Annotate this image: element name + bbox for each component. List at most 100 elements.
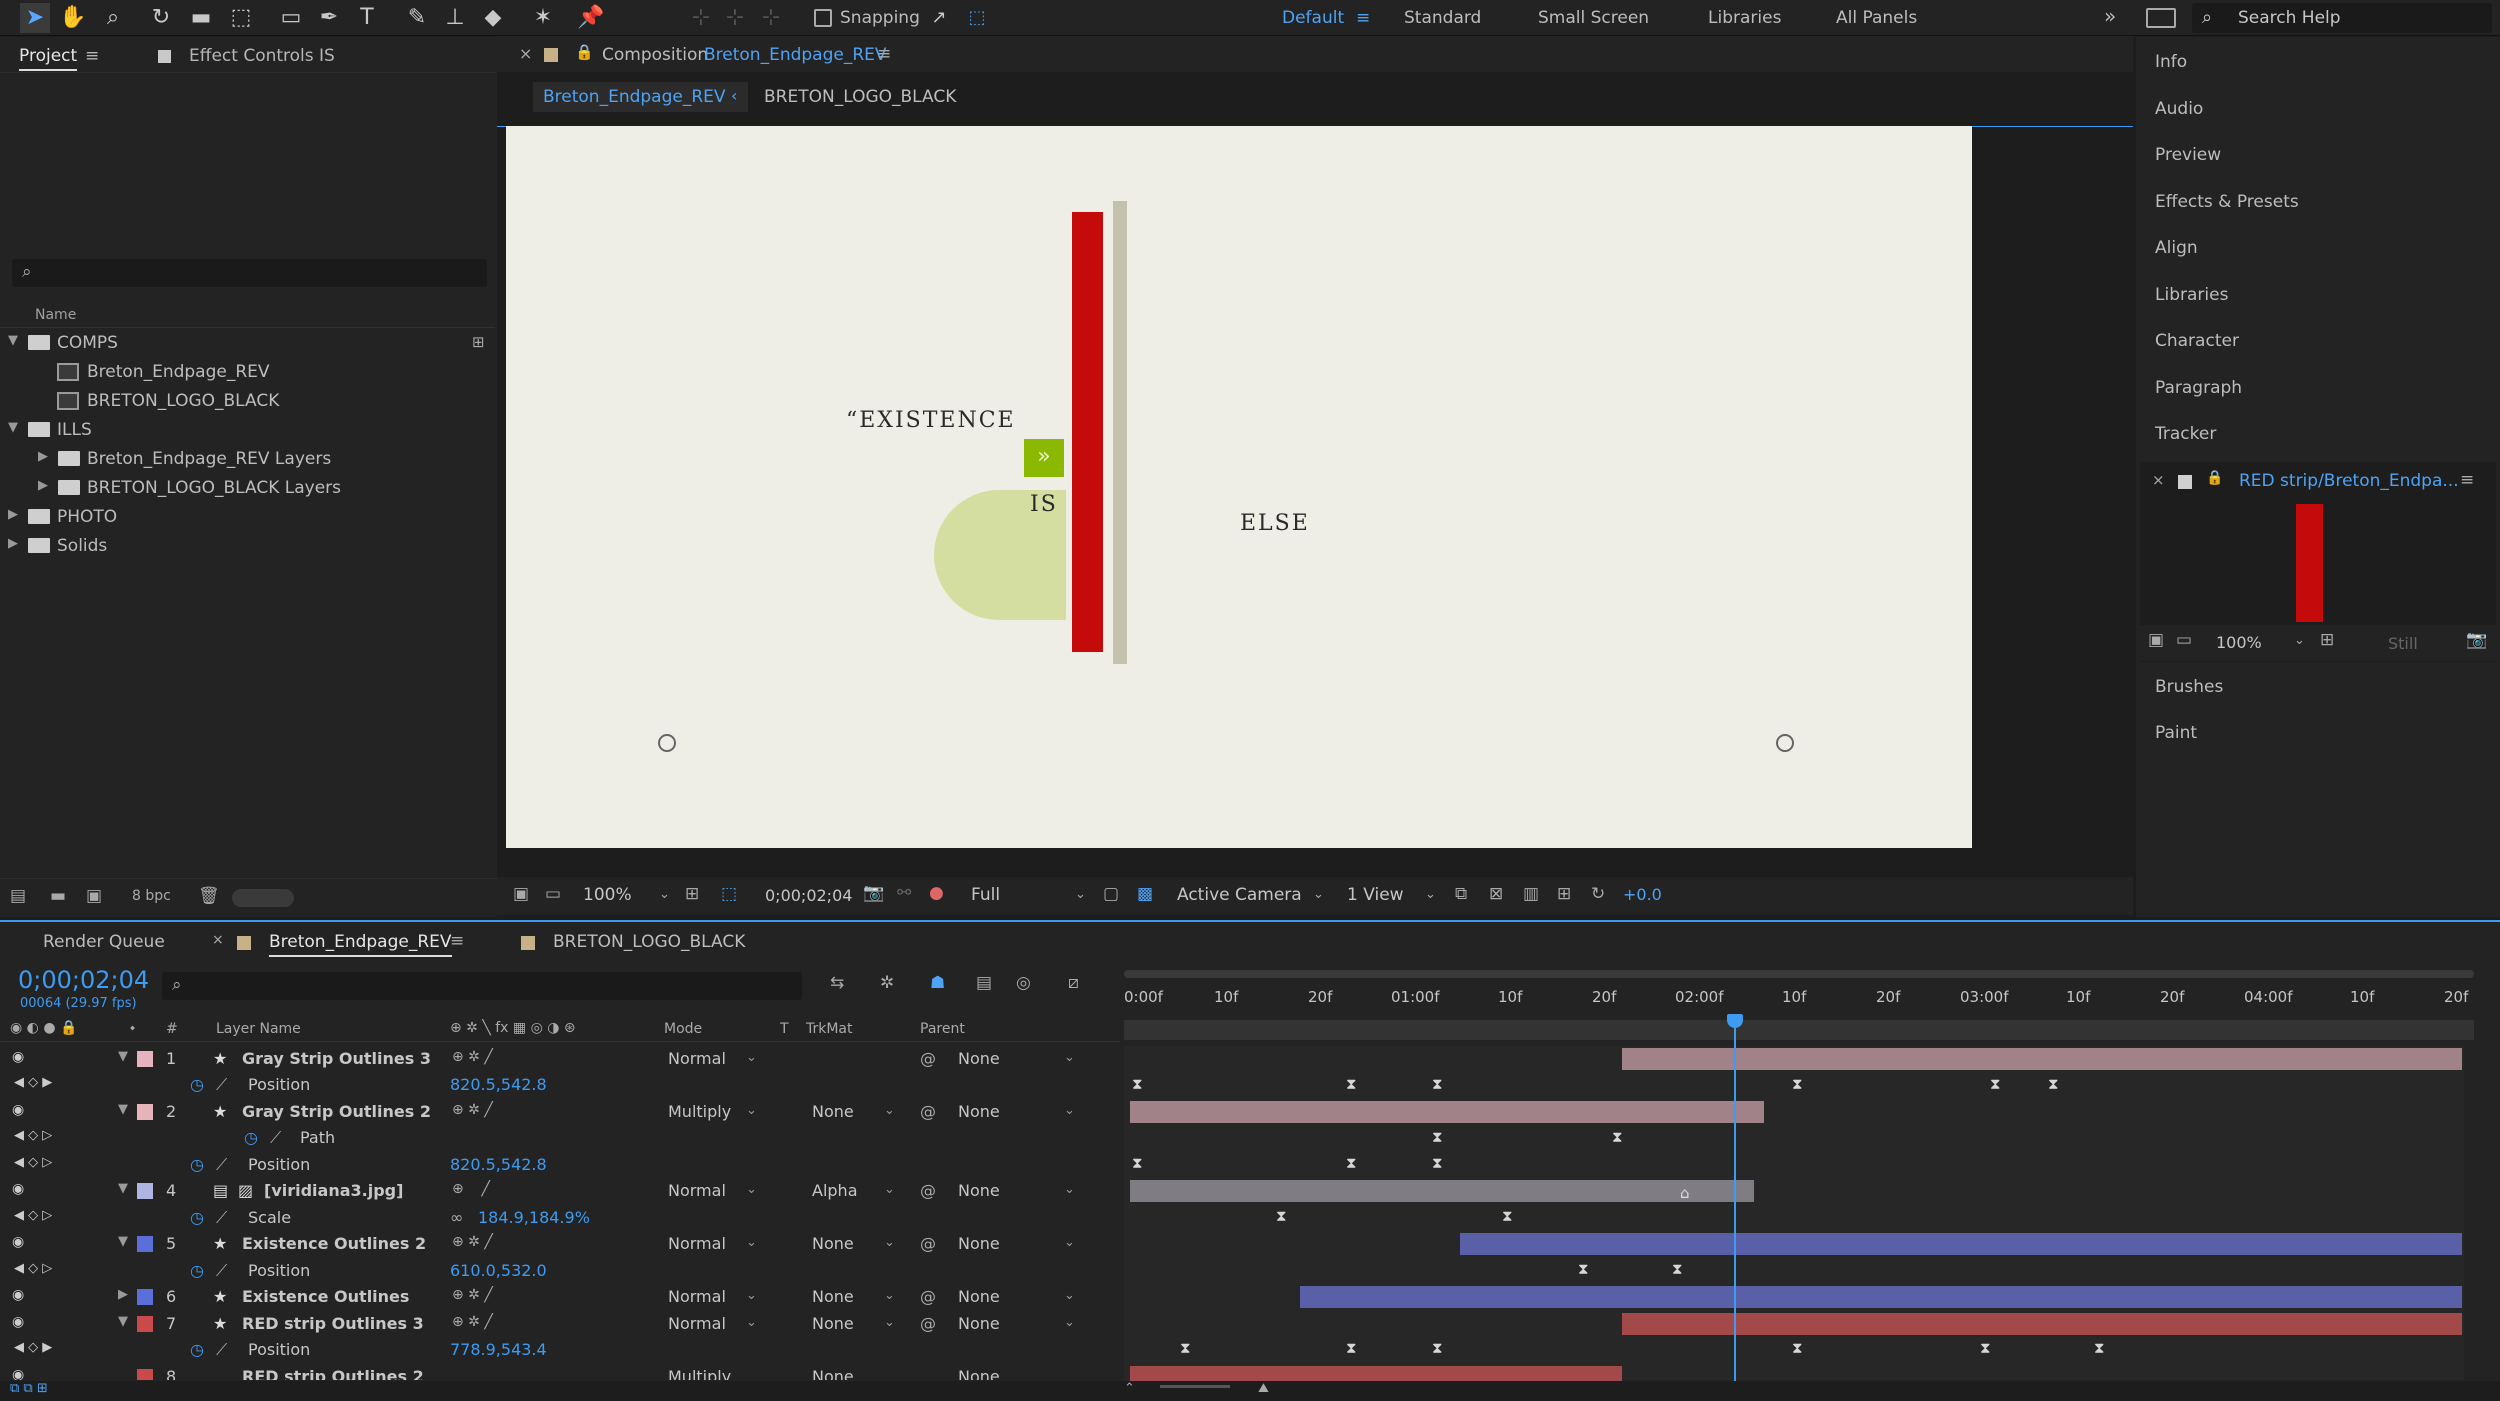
roto-brush-tool-icon[interactable]: ✶ [528, 3, 558, 33]
stopwatch-icon[interactable]: ◷ [190, 1340, 204, 1359]
snapshot-camera-icon[interactable]: 📷 [2466, 630, 2487, 650]
reset-exposure-icon[interactable]: ↻ [1591, 884, 1605, 904]
layer-switches[interactable]: ⊕ ✲ ╱ [452, 1314, 493, 1330]
current-time-display[interactable]: 0;00;02;04 [765, 886, 852, 905]
pickwhip-icon[interactable]: @ [920, 1049, 936, 1068]
label-color-swatch[interactable] [137, 1236, 153, 1252]
layer-switches[interactable]: ⊕ ✲ ╱ [452, 1287, 493, 1303]
project-menu-icon[interactable]: ≡ [85, 46, 99, 66]
tab-effect-controls[interactable]: Effect Controls IS [189, 46, 335, 66]
stopwatch-icon[interactable]: ◷ [190, 1075, 204, 1094]
hide-shy-layers-icon[interactable]: ☗ [930, 973, 945, 993]
workspace-all-panels[interactable]: All Panels [1836, 8, 1917, 28]
resolution-grid-icon[interactable]: ⊞ [685, 884, 699, 904]
layer-name[interactable]: Gray Strip Outlines 2 [242, 1102, 431, 1121]
selection-tool-icon[interactable]: ➤ [20, 3, 50, 33]
interpret-footage-icon[interactable]: ▤ [10, 886, 26, 906]
time-navigator[interactable] [1124, 1020, 2474, 1040]
chevron-down-icon[interactable]: ⌄ [1425, 887, 1436, 902]
layer-name[interactable]: Existence Outlines 2 [242, 1234, 426, 1253]
workspace-standard[interactable]: Standard [1404, 8, 1481, 28]
panel-audio[interactable]: Audio [2155, 99, 2203, 119]
parent-dropdown[interactable]: None [958, 1287, 1000, 1306]
pickwhip-icon[interactable]: @ [920, 1181, 936, 1200]
panel-preview[interactable]: Preview [2155, 145, 2221, 165]
mode-dropdown[interactable]: Multiply [668, 1367, 731, 1380]
project-item-folder[interactable]: ▶ Breton_Endpage_REV Layers [0, 445, 495, 474]
frame-blending-icon[interactable]: ▤ [976, 973, 992, 993]
property-value[interactable]: 820.5,542.8 [450, 1075, 547, 1094]
close-icon[interactable]: × [519, 44, 532, 63]
always-preview-icon[interactable]: ▣ [513, 884, 529, 904]
search-help-placeholder[interactable]: Search Help [2238, 8, 2341, 28]
pickwhip-icon[interactable]: @ [920, 1314, 936, 1333]
graph-editor-icon[interactable]: ⧄ [1068, 973, 1079, 993]
resolution-dropdown[interactable]: Full [971, 885, 1000, 905]
motion-blur-icon[interactable]: ◎ [1016, 973, 1031, 993]
layer-row[interactable]: ◉ ▼ 2 ★ Gray Strip Outlines 2 ⊕ ✲ ╱ Mult… [0, 1099, 1120, 1125]
mode-dropdown[interactable]: Normal [668, 1234, 726, 1253]
new-composition-icon[interactable]: ▣ [86, 886, 102, 906]
layer-duration-bar[interactable] [1622, 1313, 2462, 1335]
composition-name[interactable]: Breton_Endpage_REV [704, 45, 887, 65]
red-strip-shape[interactable] [1072, 212, 1103, 652]
resolution-grid-icon[interactable]: ⊞ [2320, 630, 2334, 650]
label-color-swatch[interactable] [137, 1289, 153, 1305]
graph-icon[interactable]: ⟋ [216, 1208, 227, 1228]
layer-duration-bar[interactable] [1130, 1101, 1764, 1123]
tab-project[interactable]: Project [19, 46, 78, 71]
visibility-eye-icon[interactable]: ◉ [12, 1181, 24, 1197]
property-value[interactable]: 778.9,543.4 [450, 1340, 547, 1359]
column-layer-name[interactable]: Layer Name [216, 1021, 301, 1037]
panel-paragraph[interactable]: Paragraph [2155, 378, 2242, 398]
workspace-libraries[interactable]: Libraries [1708, 8, 1781, 28]
keyframe-icon[interactable]: ⧗ [1132, 1075, 1143, 1093]
graph-icon[interactable]: ⟋ [216, 1075, 227, 1095]
chevron-down-icon[interactable]: ⌄ [1064, 1235, 1075, 1250]
expand-arrow-icon[interactable]: ▼ [118, 1102, 128, 1117]
expand-arrow-icon[interactable]: ▼ [8, 420, 18, 435]
chevron-down-icon[interactable]: ⌄ [1313, 887, 1324, 902]
close-icon[interactable]: × [212, 932, 224, 948]
layer-switches[interactable]: ⊕ ╱ [452, 1181, 490, 1197]
rotation-tool-icon[interactable]: ↻ [146, 3, 176, 33]
breadcrumb-active[interactable]: Breton_Endpage_REV [543, 87, 726, 107]
collapse-arrow-icon[interactable]: ▶ [38, 449, 48, 464]
parent-dropdown[interactable]: None [958, 1367, 1000, 1380]
chevron-down-icon[interactable]: ⌄ [746, 1182, 757, 1197]
graph-icon[interactable]: ⟋ [216, 1340, 227, 1360]
lock-icon[interactable]: 🔒 [2206, 470, 2223, 486]
layer-row[interactable]: ◉ ▼ 7 ★ RED strip Outlines 3 ⊕ ✲ ╱ Norma… [0, 1311, 1120, 1337]
keyframe-icon[interactable]: ⧗ [1578, 1260, 1589, 1278]
keyframe-nav-icons[interactable]: ◀ ◇ ▷ [14, 1261, 52, 1276]
chevron-down-icon[interactable]: ⌄ [1064, 1288, 1075, 1303]
keyframe-icon[interactable]: ⧗ [1612, 1128, 1623, 1146]
column-name[interactable]: Name [35, 307, 76, 323]
expand-arrow-icon[interactable]: ▼ [118, 1314, 128, 1329]
keyframe-icon[interactable]: ⧗ [1180, 1339, 1191, 1357]
stopwatch-icon[interactable]: ◷ [190, 1208, 204, 1227]
trash-icon[interactable]: 🗑 [198, 886, 220, 906]
composition-mini-flowchart-icon[interactable]: ⇆ [830, 973, 844, 993]
layer-duration-bar[interactable] [1130, 1180, 1754, 1202]
pickwhip-icon[interactable]: @ [920, 1102, 936, 1121]
layer-row[interactable]: ◉ ▼ 5 ★ Existence Outlines 2 ⊕ ✲ ╱ Norma… [0, 1231, 1120, 1257]
column-parent[interactable]: Parent [920, 1021, 965, 1037]
else-text[interactable]: ELSE [1240, 511, 1310, 536]
project-item-ills[interactable]: ▼ ILLS [0, 416, 495, 445]
existence-text[interactable]: “EXISTENCE [846, 408, 1016, 433]
graph-icon[interactable]: ⟋ [270, 1128, 281, 1148]
project-item-comp[interactable]: Breton_Endpage_REV [0, 358, 495, 387]
layer-row[interactable]: ◉ ▶ 6 ★ Existence Outlines ⊕ ✲ ╱ Normal … [0, 1284, 1120, 1310]
trkmat-dropdown[interactable]: None [812, 1287, 854, 1306]
region-of-interest-icon[interactable]: ▢ [1103, 884, 1119, 904]
expand-arrow-icon[interactable]: ▼ [118, 1049, 128, 1064]
chevron-down-icon[interactable]: ⌄ [884, 1315, 895, 1330]
pickwhip-icon[interactable]: @ [920, 1234, 936, 1253]
zoom-out-icon[interactable]: ⌃ [1124, 1381, 1135, 1396]
property-row[interactable]: ◀ ◇ ▶ ◷ ⟋ Position 778.9,543.4 [0, 1337, 1120, 1363]
mask-visibility-icon[interactable]: ⬚ [721, 884, 737, 904]
layer-name[interactable]: RED strip Outlines 3 [242, 1314, 424, 1333]
transparency-grid-icon[interactable]: ▩ [1137, 884, 1153, 904]
keyframe-nav-icons[interactable]: ◀ ◇ ▷ [14, 1128, 52, 1143]
